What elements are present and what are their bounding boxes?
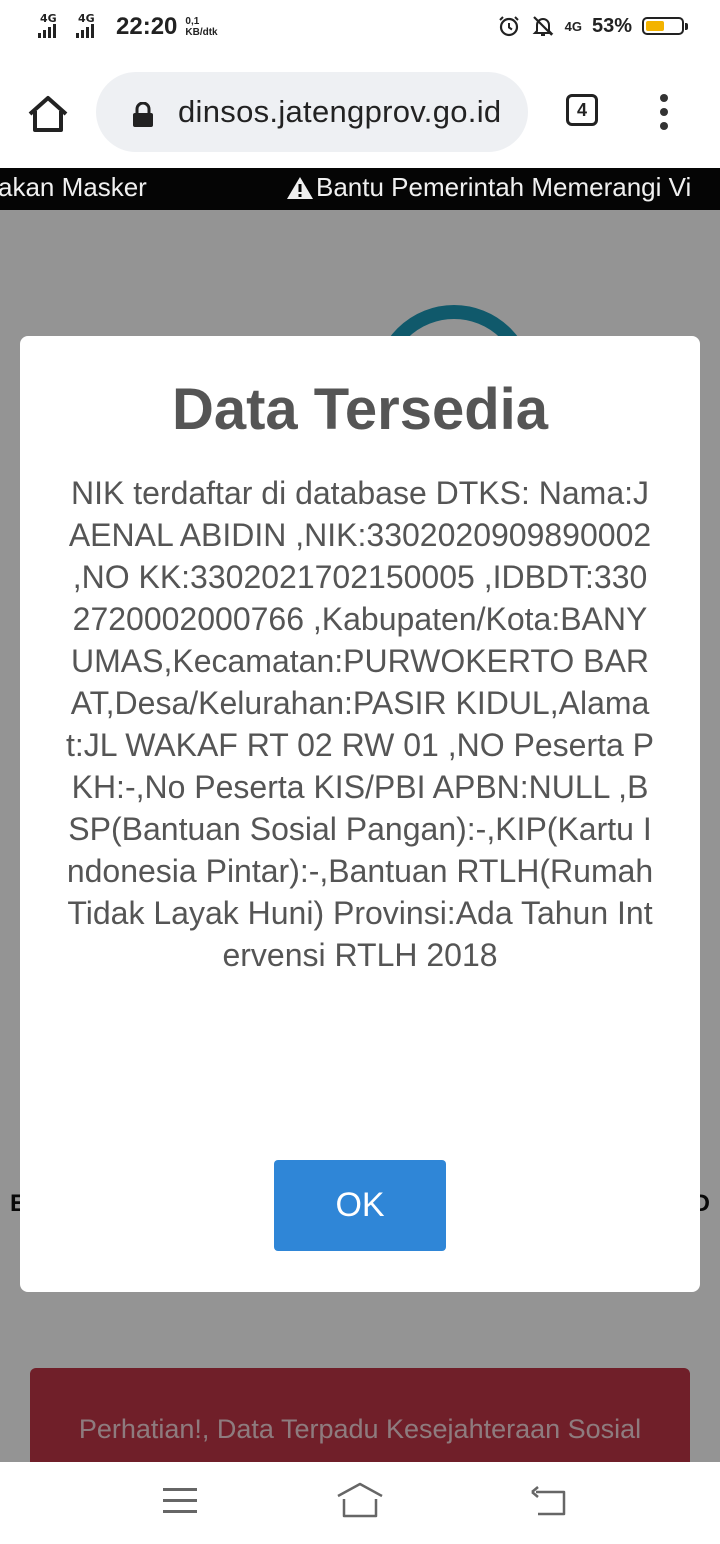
signal-icon-sim2: 4G [76,12,110,40]
status-right: 4G 53% [497,14,688,38]
ok-button[interactable]: OK [274,1160,446,1251]
home-icon[interactable] [336,1482,384,1520]
menu-icon[interactable] [163,1488,197,1514]
dialog-title: Data Tersedia [171,377,549,442]
tab-switcher-button[interactable]: 4 [566,94,598,126]
status-left: 4G 4G 22:20 0,1 KB/dtk [38,12,218,42]
clock: 22:20 [116,13,178,40]
battery-icon [642,17,688,35]
lock-icon [133,102,153,127]
browser-toolbar: dinsos.jatengprov.go.id 4 [0,58,720,168]
ticker-text-left: akan Masker [0,172,147,202]
url-text: dinsos.jatengprov.go.id [178,94,502,129]
speed-unit: KB/dtk [185,27,218,38]
ticker-text-right: Bantu Pemerintah Memerangi Vi [316,172,692,202]
back-icon[interactable] [530,1486,568,1518]
network-4g-icon: 4G [564,18,582,34]
warning-icon [287,176,313,199]
alert-dialog: Data Tersedia NIK terdaftar di database … [20,336,700,1292]
address-bar[interactable]: dinsos.jatengprov.go.id [96,72,528,152]
news-ticker: akan Masker Bantu Pemerintah Memerangi V… [0,168,720,210]
signal-icon-sim1: 4G [38,12,72,40]
mute-bell-icon [532,16,554,36]
ticker-item: Bantu Pemerintah Memerangi Vi [286,172,691,203]
system-navigation-bar [0,1462,720,1544]
home-icon[interactable] [24,90,72,138]
alarm-icon [498,16,519,37]
more-options-icon[interactable] [654,94,674,134]
dialog-message: NIK terdaftar di database DTKS: Nama:JAE… [65,475,655,973]
battery-percent: 53% [591,14,632,37]
speed-value: 0,1 [185,16,200,27]
status-bar: 4G 4G 22:20 0,1 KB/dtk 4G 53% [0,0,720,58]
network-speed: 0,1 KB/dtk [185,16,217,38]
